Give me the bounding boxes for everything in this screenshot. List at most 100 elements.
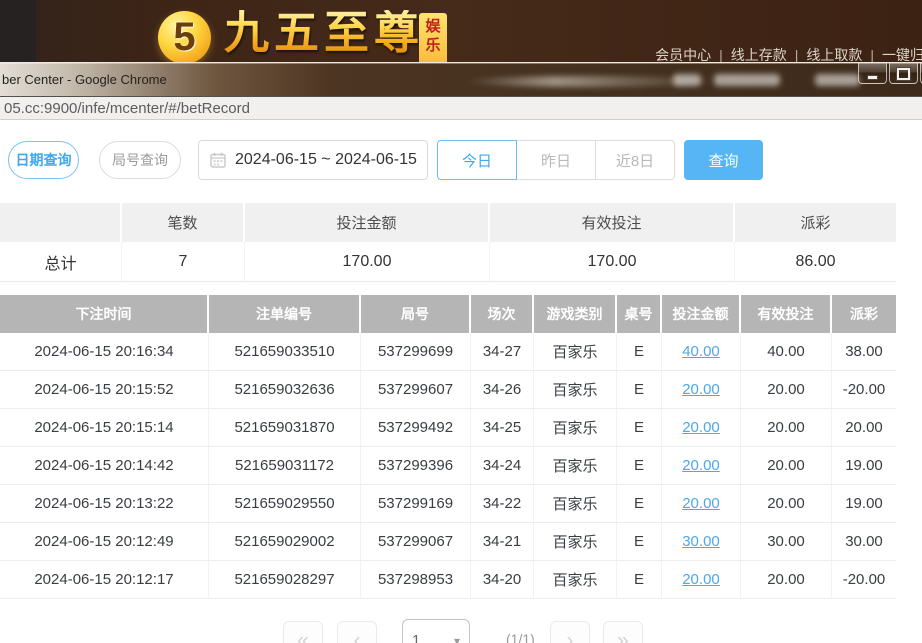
bet-amount-link[interactable]: 20.00	[682, 419, 720, 436]
date-range-picker[interactable]: 2024-06-15 ~ 2024-06-15	[198, 140, 428, 180]
round-query-tab[interactable]: 局号查询	[99, 141, 181, 179]
page-content: 日期查询 局号查询 2024-06-15 ~ 2024-06-15 今日 昨日 …	[0, 120, 922, 643]
table-row: 2024-06-15 20:12:17 521659028297 5372989…	[0, 561, 896, 599]
summary-total-label: 总计	[0, 242, 122, 281]
titlebar-blur-artifact	[673, 74, 701, 86]
cell-game-type: 百家乐	[534, 561, 617, 598]
cell-payout: -20.00	[832, 371, 896, 408]
today-button[interactable]: 今日	[437, 140, 517, 180]
cell-bet-id: 521659031172	[209, 447, 361, 484]
nav-online-deposit[interactable]: 线上存款	[731, 47, 787, 63]
date-query-tab[interactable]: 日期查询	[8, 141, 79, 179]
window-title: ber Center - Google Chrome	[2, 72, 167, 87]
cell-session: 34-21	[471, 523, 534, 560]
cell-round: 537299169	[361, 485, 471, 522]
cell-table-no: E	[617, 371, 662, 408]
double-left-arrow-icon: «	[297, 629, 309, 643]
table-row: 2024-06-15 20:16:34 521659033510 5372996…	[0, 333, 896, 371]
cell-valid-bet: 20.00	[741, 561, 832, 598]
bet-amount-link[interactable]: 20.00	[682, 381, 720, 398]
titlebar-blur-artifact	[815, 74, 860, 86]
window-titlebar[interactable]: ber Center - Google Chrome	[0, 62, 922, 96]
bet-amount-link[interactable]: 20.00	[682, 571, 720, 588]
first-page-button[interactable]: «	[283, 621, 323, 643]
bet-amount-link[interactable]: 20.00	[682, 495, 720, 512]
cell-session: 34-26	[471, 371, 534, 408]
minimize-button[interactable]	[858, 63, 887, 84]
cell-table-no: E	[617, 447, 662, 484]
table-row: 2024-06-15 20:14:42 521659031172 5372993…	[0, 447, 896, 485]
cell-valid-bet: 20.00	[741, 485, 832, 522]
nav-separator: |	[719, 47, 723, 63]
cell-table-no: E	[617, 523, 662, 560]
cell-bet-time: 2024-06-15 20:16:34	[0, 333, 209, 370]
summary-header-row: 笔数 投注金额 有效投注 派彩	[0, 203, 896, 242]
cell-table-no: E	[617, 561, 662, 598]
cell-game-type: 百家乐	[534, 409, 617, 446]
bet-amount-link[interactable]: 40.00	[682, 343, 720, 360]
cell-valid-bet: 20.00	[741, 371, 832, 408]
cell-game-type: 百家乐	[534, 485, 617, 522]
table-row: 2024-06-15 20:12:49 521659029002 5372990…	[0, 523, 896, 561]
yesterday-button[interactable]: 昨日	[516, 140, 596, 180]
summary-header-payout: 派彩	[735, 203, 896, 242]
cell-bet-amount: 20.00	[662, 371, 741, 408]
col-header-session: 场次	[471, 295, 534, 333]
cell-bet-time: 2024-06-15 20:15:14	[0, 409, 209, 446]
cell-payout: 20.00	[832, 409, 896, 446]
cell-bet-amount: 20.00	[662, 409, 741, 446]
cell-bet-time: 2024-06-15 20:15:52	[0, 371, 209, 408]
nav-online-withdraw[interactable]: 线上取款	[806, 47, 862, 63]
maximize-button[interactable]	[889, 63, 918, 84]
last-page-button[interactable]: »	[603, 621, 643, 643]
cell-table-no: E	[617, 409, 662, 446]
chevron-down-icon: ▾	[454, 634, 460, 643]
cell-bet-id: 521659031870	[209, 409, 361, 446]
cell-session: 34-25	[471, 409, 534, 446]
cell-valid-bet: 40.00	[741, 333, 832, 370]
next-page-button[interactable]: ›	[550, 621, 590, 643]
cell-game-type: 百家乐	[534, 333, 617, 370]
nav-separator: |	[795, 47, 799, 63]
cell-bet-time: 2024-06-15 20:12:49	[0, 523, 209, 560]
table-row: 2024-06-15 20:13:22 521659029550 5372991…	[0, 485, 896, 523]
summary-header-valid-bet: 有效投注	[490, 203, 735, 242]
brand-badge-char: 乐	[425, 36, 440, 55]
brand-logo-icon: 5	[158, 11, 211, 64]
nav-member-center[interactable]: 会员中心	[655, 47, 711, 63]
cell-payout: 19.00	[832, 447, 896, 484]
bet-record-table: 下注时间 注单编号 局号 场次 游戏类别 桌号 投注金额 有效投注 派彩 202…	[0, 295, 896, 599]
address-bar[interactable]: 05.cc:9900/infe/mcenter/#/betRecord	[0, 96, 922, 120]
cell-bet-amount: 20.00	[662, 485, 741, 522]
col-header-table-no: 桌号	[617, 295, 662, 333]
cell-game-type: 百家乐	[534, 371, 617, 408]
cell-valid-bet: 20.00	[741, 447, 832, 484]
quick-range-group: 今日 昨日 近8日	[437, 140, 675, 180]
col-header-bet-amount: 投注金额	[662, 295, 741, 333]
cell-bet-id: 521659029002	[209, 523, 361, 560]
summary-count-value: 7	[122, 242, 245, 281]
nav-one-click-transfer[interactable]: 一键归户	[882, 47, 922, 63]
brand-logo-number: 5	[173, 15, 195, 60]
last8days-button[interactable]: 近8日	[595, 140, 675, 180]
right-arrow-icon: ›	[567, 629, 574, 643]
col-header-bet-id: 注单编号	[209, 295, 361, 333]
summary-payout-value: 86.00	[735, 242, 896, 281]
cell-bet-time: 2024-06-15 20:14:42	[0, 447, 209, 484]
cell-bet-id: 521659028297	[209, 561, 361, 598]
cell-bet-time: 2024-06-15 20:13:22	[0, 485, 209, 522]
search-button[interactable]: 查询	[684, 140, 763, 180]
cell-session: 34-24	[471, 447, 534, 484]
date-range-value: 2024-06-15 ~ 2024-06-15	[235, 151, 417, 169]
page-select[interactable]: 1 ▾	[402, 619, 470, 643]
bet-amount-link[interactable]: 20.00	[682, 457, 720, 474]
prev-page-button[interactable]: ‹	[337, 621, 377, 643]
cell-game-type: 百家乐	[534, 447, 617, 484]
summary-total-row: 总计 7 170.00 170.00 86.00	[0, 242, 896, 282]
nav-separator: |	[870, 47, 874, 63]
bet-amount-link[interactable]: 30.00	[682, 533, 720, 550]
pagination: « ‹ 1 ▾ (1/1) › »	[0, 617, 922, 643]
titlebar-blur-artifact	[714, 74, 780, 86]
summary-header-bet-amount: 投注金额	[245, 203, 490, 242]
cell-valid-bet: 30.00	[741, 523, 832, 560]
